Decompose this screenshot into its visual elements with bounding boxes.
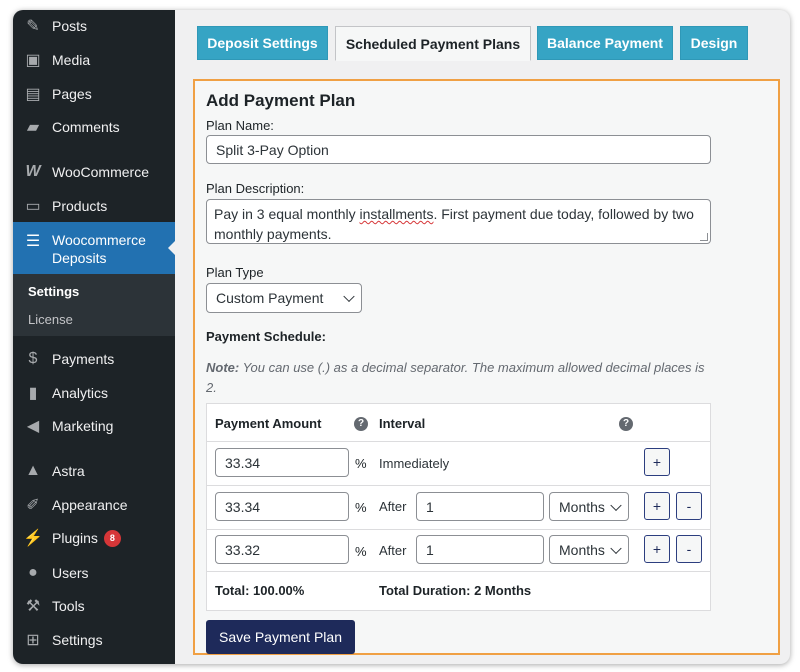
sidebar-item-payments[interactable]: $ Payments — [13, 342, 175, 376]
interval-unit-select[interactable]: Months — [549, 492, 629, 521]
active-indicator — [168, 240, 176, 256]
resize-handle[interactable] — [700, 233, 708, 241]
percent-sign: % — [355, 544, 367, 559]
chevron-down-icon — [610, 542, 622, 554]
add-row-button[interactable]: + — [644, 448, 670, 476]
column-header-interval: Interval — [379, 416, 426, 431]
pages-icon: ▤ — [25, 86, 41, 103]
sidebar-item-media[interactable]: ▣ Media — [13, 43, 175, 77]
add-payment-plan-panel: Add Payment Plan Plan Name: Split 3-Pay … — [193, 79, 780, 655]
woocommerce-icon: W — [25, 163, 41, 180]
plan-description-textarea[interactable]: Pay in 3 equal monthly installments. Fir… — [206, 199, 711, 244]
brush-icon: ✐ — [26, 497, 40, 514]
sidebar-item-products[interactable]: ▭ Products — [13, 189, 175, 223]
plan-name-input[interactable]: Split 3-Pay Option — [206, 135, 711, 164]
user-icon: ● — [28, 564, 38, 581]
interval-count-input[interactable]: 1 — [416, 492, 544, 521]
chart-icon: ▮ — [28, 385, 38, 402]
plan-name-label: Plan Name: — [206, 118, 274, 133]
chevron-down-icon — [343, 290, 355, 303]
sidebar-item-woocommerce-deposits[interactable]: ☰ Woocommerce Deposits — [13, 222, 176, 274]
app-window: ✎ Posts ▣ Media ▤ Pages ▰ Comments W Woo… — [13, 10, 790, 664]
remove-row-button[interactable]: - — [676, 535, 702, 563]
sidebar-item-tools[interactable]: ⚒ Tools — [13, 589, 175, 623]
spellcheck-word: installments — [359, 206, 434, 222]
save-payment-plan-button[interactable]: Save Payment Plan — [206, 620, 355, 654]
sidebar-item-posts[interactable]: ✎ Posts — [13, 10, 175, 43]
sidebar-item-marketing[interactable]: ◀ Marketing — [13, 409, 175, 443]
sidebar-item-analytics[interactable]: ▮ Analytics — [13, 376, 175, 410]
products-icon: ▭ — [25, 198, 41, 215]
wrench-icon: ⚒ — [25, 598, 41, 615]
sidebar-item-label: Plugins — [52, 529, 98, 546]
row-divider — [207, 529, 710, 530]
interval-text: Immediately — [379, 456, 450, 471]
total-percent: Total: 100.00% — [215, 583, 305, 598]
plan-description-label: Plan Description: — [206, 181, 305, 196]
comment-icon: ▰ — [26, 119, 40, 136]
plan-type-label: Plan Type — [206, 265, 264, 280]
payment-amount-input[interactable]: 33.32 — [215, 535, 349, 564]
page-title: Add Payment Plan — [206, 91, 356, 110]
sidebar-item-astra[interactable]: ▲ Astra — [13, 454, 175, 488]
pin-icon: ✎ — [26, 18, 40, 35]
column-header-payment-amount: Payment Amount — [215, 416, 322, 431]
sidebar-item-comments[interactable]: ▰ Comments — [13, 110, 175, 144]
tab-balance-payment[interactable]: Balance Payment — [537, 26, 673, 60]
after-label: After — [379, 543, 407, 558]
astra-icon: ▲ — [25, 462, 41, 479]
sidebar-item-users[interactable]: ● Users — [13, 556, 175, 590]
media-icon: ▣ — [25, 52, 41, 69]
admin-sidebar: ✎ Posts ▣ Media ▤ Pages ▰ Comments W Woo… — [13, 10, 176, 664]
help-icon[interactable]: ? — [354, 417, 368, 431]
settings-icon: ⊞ — [26, 632, 40, 649]
decimal-note: Note: You can use (.) as a decimal separ… — [206, 360, 705, 395]
sidebar-item-pages[interactable]: ▤ Pages — [13, 77, 175, 111]
payment-schedule-table: Payment Amount ? Interval ? 33.34 % Imme… — [206, 403, 711, 611]
sidebar-item-woocommerce[interactable]: W WooCommerce — [13, 155, 175, 189]
add-row-button[interactable]: + — [644, 492, 670, 520]
percent-sign: % — [355, 500, 367, 515]
dollar-icon: $ — [28, 350, 38, 367]
tab-design[interactable]: Design — [680, 26, 748, 60]
interval-count-input[interactable]: 1 — [416, 535, 544, 564]
row-divider — [207, 485, 710, 486]
help-icon[interactable]: ? — [619, 417, 633, 431]
payment-amount-input[interactable]: 33.34 — [215, 448, 349, 477]
percent-sign: % — [355, 456, 367, 471]
row-divider — [207, 571, 710, 572]
megaphone-icon: ◀ — [26, 418, 40, 435]
row-divider — [207, 441, 710, 442]
chevron-down-icon — [610, 499, 622, 511]
add-row-button[interactable]: + — [644, 535, 670, 563]
remove-row-button[interactable]: - — [676, 492, 702, 520]
plugins-count-badge: 8 — [103, 529, 121, 547]
deposits-icon: ☰ — [25, 233, 41, 250]
tab-scheduled-payment-plans[interactable]: Scheduled Payment Plans — [335, 26, 531, 61]
payment-schedule-label: Payment Schedule: — [206, 329, 326, 344]
submenu-settings[interactable]: Settings — [28, 284, 79, 299]
sidebar-item-settings[interactable]: ⊞ Settings — [13, 623, 175, 657]
sidebar-item-plugins[interactable]: ⚡ Plugins 8 — [13, 521, 175, 555]
plan-type-select[interactable]: Custom Payment — [206, 283, 362, 313]
tab-deposit-settings[interactable]: Deposit Settings — [197, 26, 328, 60]
payment-amount-input[interactable]: 33.34 — [215, 492, 349, 521]
sidebar-item-appearance[interactable]: ✐ Appearance — [13, 488, 175, 522]
interval-unit-select[interactable]: Months — [549, 535, 629, 564]
after-label: After — [379, 499, 407, 514]
total-duration: Total Duration: 2 Months — [379, 583, 532, 598]
deposits-submenu: Settings License — [13, 274, 175, 336]
plug-icon: ⚡ — [23, 530, 43, 547]
submenu-license[interactable]: License — [28, 312, 73, 327]
